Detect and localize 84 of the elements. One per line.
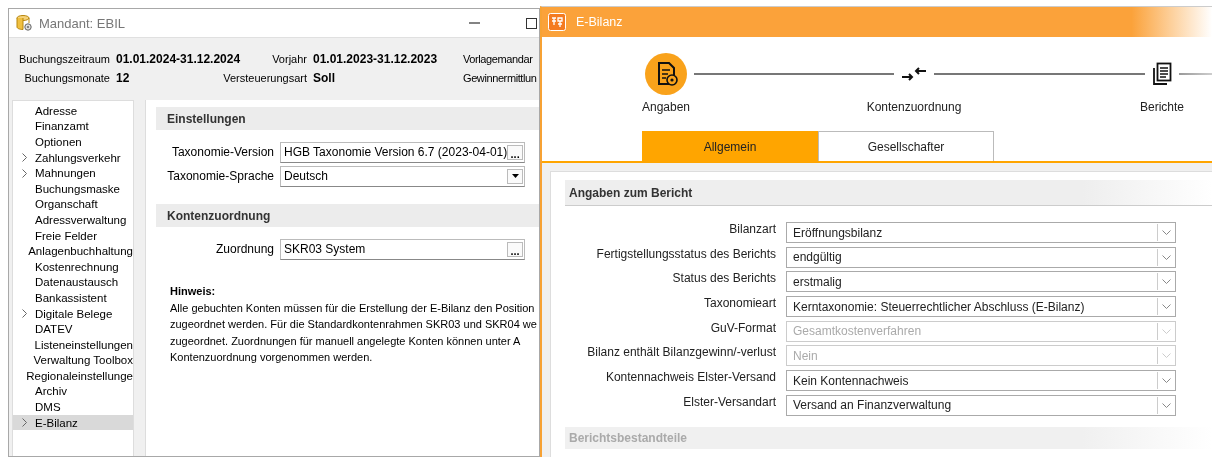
chevron-right-icon bbox=[21, 309, 27, 318]
sidebar-item[interactable]: Adressverwaltung bbox=[13, 212, 133, 228]
input-field[interactable]: SKR03 System ... bbox=[280, 238, 525, 260]
field-label: Taxonomie-Version bbox=[170, 145, 274, 159]
chevron-down-icon bbox=[1162, 230, 1171, 235]
sidebar-item[interactable]: Bankassistent bbox=[13, 290, 133, 306]
sidebar-item[interactable]: Digitale Belege bbox=[13, 305, 133, 322]
step-label[interactable]: Kontenzuordnung bbox=[866, 100, 962, 114]
sidebar-item[interactable]: Anlagenbuchhaltung bbox=[13, 243, 133, 259]
browse-button[interactable]: ... bbox=[507, 241, 523, 257]
chevron-down-icon bbox=[1162, 254, 1171, 260]
field-label: Fertigstellungsstatus des Berichts bbox=[595, 246, 777, 261]
sidebar-item[interactable]: Optionen bbox=[13, 134, 133, 150]
window-title: E-Bilanz bbox=[576, 15, 623, 29]
sidebar-item[interactable]: Buchungsmaske bbox=[13, 180, 133, 197]
sidebar-item[interactable]: Organschaft bbox=[13, 196, 133, 213]
field-label: Kontennachweis Elster-Versand bbox=[604, 370, 777, 385]
field-label: Taxonomie-Sprache bbox=[166, 169, 274, 183]
sidebar-item[interactable]: DMS bbox=[13, 399, 133, 415]
section-header: Kontenzuordnung bbox=[156, 204, 539, 227]
step-label[interactable]: Angaben bbox=[641, 100, 690, 114]
sidebar-item[interactable]: Verwaltung Toolbox bbox=[13, 352, 133, 369]
section-header: Einstellungen bbox=[156, 107, 539, 130]
sidebar-item[interactable]: Datenaustausch bbox=[13, 274, 133, 291]
sidebar-item[interactable]: Listeneinstellungen bbox=[13, 336, 133, 353]
field-label: Buchungsmonate bbox=[23, 72, 110, 84]
field-label: Vorlagemandar bbox=[463, 53, 533, 65]
chevron-down-icon bbox=[1162, 279, 1171, 285]
field-value: 01.01.2023-31.12.2023 bbox=[313, 52, 439, 66]
chevron-down-icon bbox=[1162, 402, 1171, 408]
sidebar-item[interactable]: Kostenrechnung bbox=[13, 258, 133, 275]
sidebar-item[interactable]: Archiv bbox=[13, 383, 133, 400]
hint-text: Alle gebuchten Konten müssen für die Erstellung der E-Bilanz den Position bbox=[170, 300, 536, 316]
sidebar-item[interactable]: Finanzamt bbox=[13, 118, 133, 135]
field-label: Bilanz enthält Bilanzgewinn/-verlust bbox=[586, 345, 777, 360]
section-header: Angaben zum Bericht bbox=[565, 180, 1212, 206]
dropdown-field[interactable]: erstmalig bbox=[786, 271, 1176, 293]
step-label[interactable]: Berichte bbox=[1140, 100, 1184, 114]
dropdown-field[interactable]: endgültig bbox=[786, 246, 1176, 268]
dropdown-field[interactable]: Versand an Finanzverwaltung bbox=[786, 394, 1176, 416]
sidebar-item[interactable]: Regionaleinstellunge bbox=[13, 368, 133, 384]
chevron-down-icon bbox=[1162, 328, 1171, 334]
window-title: Mandant: EBIL bbox=[39, 15, 125, 31]
chevron-down-icon bbox=[1162, 304, 1171, 310]
field-label: Buchungszeitraum bbox=[18, 53, 110, 65]
field-label: GuV-Format bbox=[709, 320, 777, 335]
sidebar-item[interactable]: Zahlungsverkehr bbox=[13, 149, 133, 166]
field-label: Vorjahr bbox=[272, 53, 307, 65]
chevron-down-icon bbox=[1162, 378, 1171, 384]
field-value: Soll bbox=[313, 71, 336, 85]
input-field[interactable]: HGB Taxonomie Version 6.7 (2023-04-01) ... bbox=[280, 141, 525, 163]
sidebar-item[interactable]: Adresse bbox=[13, 103, 133, 119]
field-value: 01.01.2024-31.12.2024 bbox=[116, 52, 242, 66]
tab[interactable]: Allgemein bbox=[642, 131, 818, 161]
field-label: Bilanzart bbox=[728, 222, 777, 236]
field-label: Gewinnermittlun bbox=[463, 72, 537, 84]
field-label: Status des Berichts bbox=[671, 271, 777, 286]
sidebar-item[interactable]: E-Bilanz bbox=[13, 414, 133, 431]
field-label: Versteuerungsart bbox=[222, 72, 307, 84]
triangle-down-icon bbox=[511, 174, 519, 178]
dropdown-field[interactable]: Eröffnungsbilanz bbox=[786, 222, 1176, 243]
chevron-right-icon bbox=[21, 418, 27, 428]
dropdown-button[interactable] bbox=[507, 168, 523, 184]
maximize-icon bbox=[525, 17, 537, 29]
dropdown-field[interactable]: Kerntaxonomie: Steuerrechtlicher Abschluss (E-Bilanz) bbox=[786, 296, 1176, 318]
minimize-icon bbox=[468, 22, 480, 24]
field-label: Elster-Versandart bbox=[682, 394, 777, 409]
hint-text: zugeordnet werden. Für die Standardkontenrahmen SKR03 und SKR04 we bbox=[170, 317, 538, 332]
hint-text: Kontenzuordnung vorgenommen werden. bbox=[170, 350, 374, 365]
tab[interactable]: Gesellschafter bbox=[818, 131, 994, 161]
hint-title: Hinweis: bbox=[170, 284, 217, 299]
database-gear-icon bbox=[15, 14, 33, 32]
chevron-down-icon bbox=[1162, 353, 1171, 359]
field-label: Taxonomieart bbox=[702, 296, 777, 311]
field-value: 12 bbox=[116, 71, 131, 85]
dropdown-field[interactable]: Deutsch bbox=[280, 165, 525, 187]
hint-text: zugeordnet. Zuordnungen für manuell angelegte Konten können unter A bbox=[170, 333, 522, 349]
field-label: Zuordnung bbox=[214, 242, 274, 256]
sidebar-item[interactable]: Mahnungen bbox=[13, 165, 133, 181]
sidebar-item[interactable]: DATEV bbox=[13, 321, 133, 337]
app-logo-icon bbox=[548, 13, 566, 31]
browse-button[interactable]: ... bbox=[507, 144, 523, 160]
sidebar-item[interactable]: Freie Felder bbox=[13, 227, 133, 244]
dropdown-field[interactable]: Kein Kontennachweis bbox=[786, 370, 1176, 392]
